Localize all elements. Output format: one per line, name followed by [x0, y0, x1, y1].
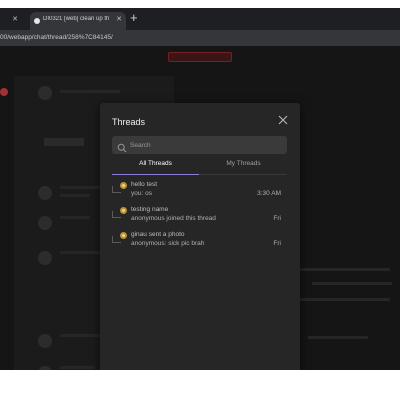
thread-item[interactable]: hello test you: os 3:30 AM	[112, 180, 287, 202]
background-line	[60, 366, 95, 369]
background-line	[300, 268, 390, 271]
background-line	[60, 90, 120, 93]
browser-window: ✕ DI0321 [web] clean up th ✕ + 00/webapp…	[0, 8, 400, 370]
search-box[interactable]	[112, 136, 287, 154]
app-background: Threads All Threads My Threads	[0, 46, 400, 370]
background-banner	[168, 52, 232, 62]
thread-preview: you: os	[131, 190, 152, 197]
thread-item[interactable]: ginau sent a photo anonymous: sick pic b…	[112, 230, 287, 252]
close-tab-icon[interactable]: ✕	[116, 15, 122, 23]
background-line	[312, 282, 392, 285]
browser-tab-previous[interactable]: ✕	[0, 12, 22, 30]
thread-tabs: All Threads My Threads	[112, 160, 287, 175]
thread-time: Fri	[273, 215, 281, 222]
search-input[interactable]	[130, 138, 280, 152]
address-bar[interactable]: 00/webapp/chat/thread/258%7C84145/	[0, 30, 400, 46]
thread-preview: anonymous: sick pic brah	[131, 240, 205, 247]
background-line	[60, 186, 100, 189]
new-tab-icon[interactable]: +	[130, 10, 138, 25]
modal-title: Threads	[112, 117, 146, 127]
thread-preview: anonymous joined this thread	[131, 215, 216, 222]
background-line	[44, 138, 84, 146]
background-avatar	[38, 86, 52, 100]
background-avatar	[38, 366, 52, 370]
thread-name: testing name	[131, 206, 169, 213]
active-tab-indicator	[112, 174, 199, 175]
tab-my-threads[interactable]: My Threads	[200, 160, 287, 173]
thread-name: ginau sent a photo	[131, 231, 185, 238]
thread-item[interactable]: testing name anonymous joined this threa…	[112, 205, 287, 227]
thread-time: 3:30 AM	[257, 190, 281, 197]
background-line	[300, 298, 390, 301]
search-icon	[117, 140, 127, 153]
avatar	[120, 182, 127, 189]
favicon-icon	[34, 18, 40, 24]
background-avatar	[38, 334, 52, 348]
background-avatar	[38, 186, 52, 200]
avatar	[120, 207, 127, 214]
tab-title: DI0321 [web] clean up th	[43, 16, 110, 22]
background-badge	[0, 88, 8, 96]
threads-modal: Threads All Threads My Threads	[100, 103, 300, 370]
background-line	[308, 336, 368, 339]
thread-name: hello test	[131, 181, 158, 188]
thread-time: Fri	[273, 240, 281, 247]
avatar	[120, 232, 127, 239]
tab-all-threads[interactable]: All Threads	[112, 160, 199, 173]
close-icon[interactable]	[278, 115, 288, 125]
background-avatar	[38, 216, 52, 230]
close-tab-icon[interactable]: ✕	[12, 15, 18, 23]
browser-tab-active[interactable]: DI0321 [web] clean up th ✕	[30, 12, 126, 30]
tab-bar: ✕ DI0321 [web] clean up th ✕ +	[0, 8, 400, 30]
background-line	[60, 194, 90, 197]
url-text[interactable]: 00/webapp/chat/thread/258%7C84145/	[0, 34, 113, 41]
background-line	[60, 334, 105, 337]
background-avatar	[38, 251, 52, 265]
background-line	[60, 216, 90, 219]
